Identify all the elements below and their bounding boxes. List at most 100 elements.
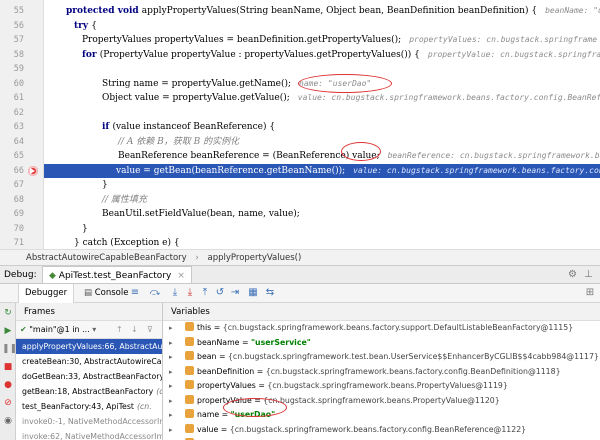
stop-icon[interactable]: ■ xyxy=(2,361,14,373)
code-line[interactable]: } xyxy=(46,222,600,237)
thread-selector[interactable]: ✔ "main"@1 in ... ▾ ↑ ↓ ⊽ xyxy=(16,321,162,339)
console-icon[interactable]: ≡ xyxy=(128,286,142,300)
line-number[interactable]: 70 xyxy=(0,222,24,237)
expand-arrow-icon[interactable]: ▸ xyxy=(169,394,173,409)
line-number[interactable]: 64 xyxy=(0,135,24,150)
frame-item[interactable]: test_BeanFactory:43, ApiTest (cn. xyxy=(16,399,162,414)
breadcrumb-item-method[interactable]: applyPropertyValues() xyxy=(208,253,302,263)
frame-method: doGetBean:33, AbstractBeanFactory xyxy=(22,372,162,381)
expand-arrow-icon[interactable]: ▸ xyxy=(169,321,173,336)
drop-frame-icon[interactable]: ↺ xyxy=(213,286,227,300)
code-line[interactable]: BeanUtil.setFieldValue(bean, name, value… xyxy=(46,207,600,222)
variable-row[interactable]: ▸ value = {cn.bugstack.springframework.be… xyxy=(163,423,600,438)
rerun-icon[interactable]: ↻ xyxy=(2,307,14,319)
line-number[interactable]: 61 xyxy=(0,91,24,106)
gear-icon[interactable]: ⚙ xyxy=(568,266,577,284)
field-icon xyxy=(185,394,194,404)
line-number[interactable]: 55 xyxy=(0,4,24,19)
frame-item[interactable]: createBean:30, AbstractAutowireCap xyxy=(16,354,162,369)
expand-arrow-icon[interactable]: ▸ xyxy=(169,350,173,365)
frame-method: applyPropertyValues:66, AbstractAut xyxy=(22,342,162,351)
force-step-into-icon[interactable]: ⤓ xyxy=(183,286,197,300)
line-number[interactable]: 66 xyxy=(0,164,24,179)
line-number[interactable]: 56 xyxy=(0,19,24,34)
code-line[interactable]: } catch (Exception e) { xyxy=(46,236,600,249)
code-line[interactable]: try { xyxy=(46,19,600,34)
line-number[interactable]: 59 xyxy=(0,62,24,77)
inline-value-hint: value: cn.bugstack.springframework.beans… xyxy=(353,165,600,175)
line-number[interactable]: 57 xyxy=(0,33,24,48)
breadcrumb-item-class[interactable]: AbstractAutowireCapableBeanFactory xyxy=(26,253,187,263)
equals-sign: = xyxy=(254,366,266,376)
code-line[interactable]: PropertyValues propertyValues = beanDefi… xyxy=(46,33,600,48)
code-text: value = getBean(beanReference.getBeanNam… xyxy=(116,165,346,176)
expand-arrow-icon[interactable]: ▸ xyxy=(169,336,173,351)
view-breakpoints-icon[interactable]: ● xyxy=(2,379,14,391)
frame-item[interactable]: invoke0:-1, NativeMethodAccessorIm xyxy=(16,414,162,429)
frame-item[interactable]: getBean:18, AbstractBeanFactory(c xyxy=(16,384,162,399)
run-to-cursor-icon[interactable]: ⇥ xyxy=(228,286,242,300)
evaluate-icon[interactable]: ▦ xyxy=(246,286,260,300)
variable-row[interactable]: ▸ bean = {cn.bugstack.springframework.tes… xyxy=(163,350,600,365)
line-number[interactable]: 69 xyxy=(0,207,24,222)
mute-breakpoints-icon[interactable]: ⊘ xyxy=(2,397,14,409)
inline-value-hint: propertyValues: cn.bugstack.springframe xyxy=(409,35,598,44)
line-number[interactable]: 63 xyxy=(0,120,24,135)
line-number[interactable]: 68 xyxy=(0,193,24,208)
code-text: } xyxy=(102,180,108,190)
expand-arrow-icon[interactable]: ▸ xyxy=(169,365,173,380)
line-number[interactable]: 65 xyxy=(0,149,24,164)
expand-arrow-icon[interactable]: ▸ xyxy=(169,423,173,438)
variable-name: name xyxy=(197,410,220,419)
variable-row[interactable]: ▸ propertyValues = {cn.bugstack.springfra… xyxy=(163,379,600,394)
expand-arrow-icon[interactable]: ▸ xyxy=(169,408,173,423)
code-line[interactable]: Object value = propertyValue.getValue();… xyxy=(46,91,600,106)
code-line[interactable]: // A 依赖 B，获取 B 的实例化 xyxy=(46,135,600,150)
line-number[interactable]: 62 xyxy=(0,106,24,121)
frame-item[interactable]: applyPropertyValues:66, AbstractAut xyxy=(16,339,162,354)
variable-value: {cn.bugstack.springframework.beans.facto… xyxy=(222,323,574,332)
down-arrow-icon[interactable]: ↓ xyxy=(131,321,138,338)
line-number[interactable]: 60 xyxy=(0,77,24,92)
code-line[interactable]: } xyxy=(46,178,600,193)
code-line[interactable]: value = getBean(beanReference.getBeanNam… xyxy=(44,163,600,178)
code-line[interactable]: BeanReference beanReference = (BeanRefer… xyxy=(46,149,600,164)
hide-icon[interactable]: ⊥ xyxy=(584,266,593,284)
variable-name: propertyValues xyxy=(197,381,256,390)
debug-session-tab[interactable]: ◆ ApiTest.test_BeanFactory × xyxy=(42,266,192,284)
code-line[interactable] xyxy=(46,106,600,121)
restore-layout-icon[interactable]: ⊞ xyxy=(583,286,597,300)
step-out-icon[interactable]: ⤒ xyxy=(198,286,212,300)
trace-icon[interactable]: ⇆ xyxy=(263,286,277,300)
line-number[interactable]: 71 xyxy=(0,236,24,249)
step-over-icon[interactable]: ⤼ xyxy=(148,286,162,300)
variable-row[interactable]: ▸ beanName = "userService" xyxy=(163,336,600,351)
frame-location: (c xyxy=(156,387,162,396)
code-keyword: for xyxy=(82,49,100,60)
variable-name: beanName xyxy=(197,337,240,347)
variable-row[interactable]: ▸ beanDefinition = {cn.bugstack.springfra… xyxy=(163,365,600,380)
filter-icon[interactable]: ⊽ xyxy=(147,321,153,338)
up-arrow-icon[interactable]: ↑ xyxy=(116,321,123,338)
tab-console[interactable]: ▤ Console xyxy=(78,284,134,303)
frame-item[interactable]: doGetBean:33, AbstractBeanFactory xyxy=(16,369,162,384)
line-number[interactable]: 58 xyxy=(0,48,24,63)
pause-icon[interactable]: ❚❚ xyxy=(2,343,17,355)
code-line[interactable]: protected void applyPropertyValues(Strin… xyxy=(46,4,600,19)
tab-debugger[interactable]: Debugger xyxy=(18,284,75,303)
step-into-icon[interactable]: ⤓ xyxy=(168,286,182,300)
variable-name: beanDefinition xyxy=(197,366,255,376)
chevron-down-icon: ▾ xyxy=(89,325,97,334)
code-line[interactable]: if (value instanceof BeanReference) { xyxy=(46,120,600,135)
expand-arrow-icon[interactable]: ▸ xyxy=(169,379,173,394)
close-icon[interactable]: × xyxy=(177,271,185,281)
frame-item[interactable]: invoke:62, NativeMethodAccessorIm xyxy=(16,429,162,440)
code-line[interactable]: // 属性填充 xyxy=(46,193,600,208)
annotation-oval-name-var xyxy=(223,398,287,417)
resume-icon[interactable]: ▶ xyxy=(2,325,14,337)
variable-row[interactable]: ▸ this = {cn.bugstack.springframework.bea… xyxy=(163,321,600,336)
code-line[interactable]: for (PropertyValue propertyValue : prope… xyxy=(46,48,600,63)
line-number[interactable]: 67 xyxy=(0,178,24,193)
code-editor[interactable]: 55 56 57 58 59 60 61 62 63 64 65 66 67 68 69 70 71 prote… xyxy=(0,0,600,249)
camera-icon[interactable]: ◉ xyxy=(2,415,14,427)
